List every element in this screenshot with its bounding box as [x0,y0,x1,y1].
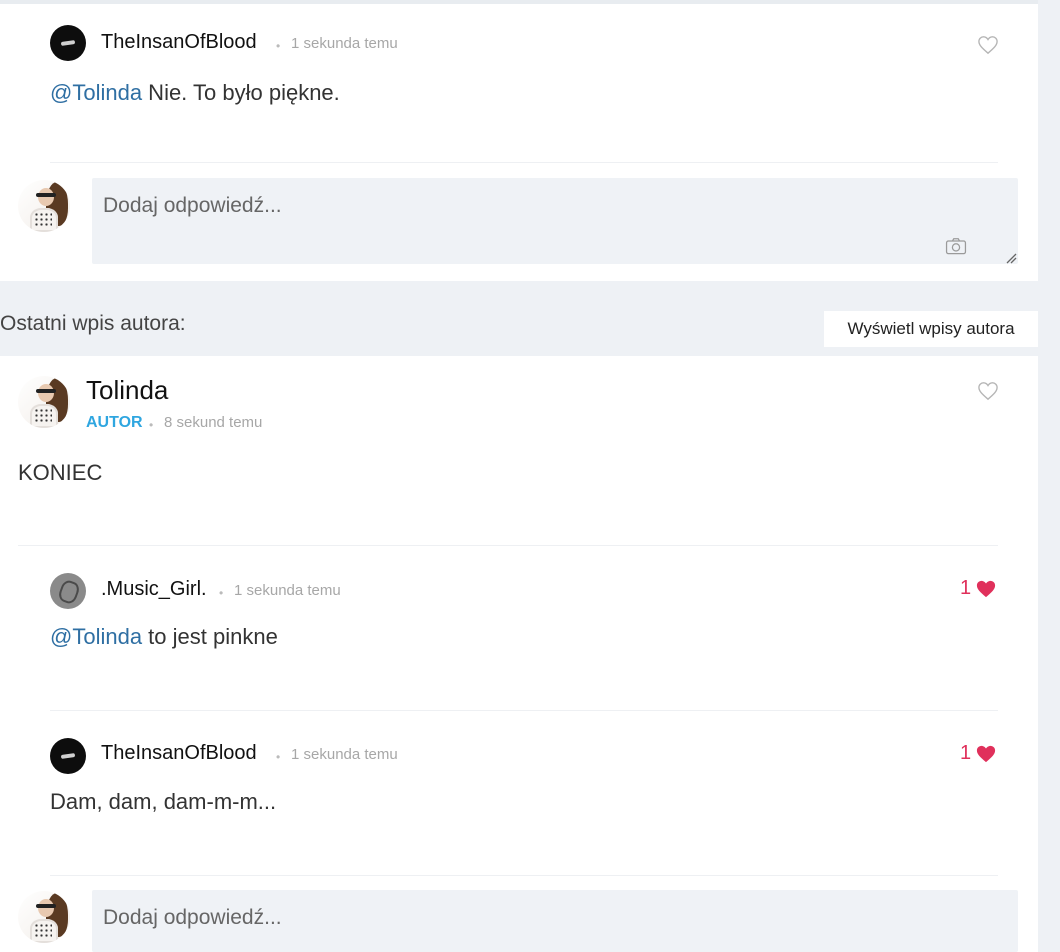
resize-handle-icon[interactable] [1005,252,1017,264]
comment-text: @Tolinda Nie. To było piękne. [50,80,340,106]
reply-input[interactable] [92,890,1018,952]
comment-time: 1 sekunda temu [291,35,398,52]
comment-text-body: to jest pinkne [142,624,278,649]
current-user-avatar [18,180,70,232]
comment-author[interactable]: .Music_Girl. [101,578,207,601]
divider [50,162,998,163]
reply-input[interactable] [92,178,1018,264]
author-post-card: Tolinda AUTOR • 8 sekund temu KONIEC .Mu… [0,356,1038,952]
comment-author[interactable]: TheInsanOfBlood [101,742,257,765]
meta-separator: • [219,586,224,600]
page-background-strip [1038,0,1060,952]
post-time: 8 sekund temu [164,414,263,431]
like-count: 1 [960,742,972,764]
divider [18,545,998,546]
like-count: 1 [960,577,972,599]
user-mention-link[interactable]: @Tolinda [50,80,142,105]
comment-text: @Tolinda to jest pinkne [50,624,278,650]
divider [50,875,998,876]
view-author-posts-button[interactable]: Wyświetl wpisy autora [824,311,1038,347]
avatar[interactable] [50,738,86,774]
meta-separator: • [276,750,281,764]
comment-time: 1 sekunda temu [291,746,398,763]
comment-author[interactable]: TheInsanOfBlood [101,31,257,54]
like-button[interactable]: 1 [960,577,997,600]
avatar[interactable] [50,573,86,609]
meta-separator: • [149,418,154,432]
comment-thread-card: TheInsanOfBlood • 1 sekunda temu @Tolind… [0,0,1038,281]
heart-outline-icon[interactable] [977,381,999,401]
post-body: KONIEC [18,460,103,485]
comment-text-body: Nie. To było piękne. [142,80,340,105]
author-avatar[interactable] [18,376,70,428]
author-badge: AUTOR [86,414,143,431]
divider [50,710,998,711]
user-mention-link[interactable]: @Tolinda [50,624,142,649]
comment-time: 1 sekunda temu [234,582,341,599]
post-author[interactable]: Tolinda [86,375,168,406]
comment-text-body: Dam, dam, dam-m-m... [50,789,277,814]
avatar[interactable] [50,25,86,61]
heart-filled-icon [977,580,996,597]
heart-filled-icon [977,745,996,762]
meta-separator: • [276,39,281,53]
heart-outline-icon[interactable] [977,35,999,55]
like-button[interactable]: 1 [960,742,997,765]
comment-text: Dam, dam, dam-m-m... [50,789,276,815]
camera-icon[interactable] [945,237,967,255]
latest-author-post-label: Ostatni wpis autora: [0,312,186,335]
current-user-avatar [18,891,70,943]
